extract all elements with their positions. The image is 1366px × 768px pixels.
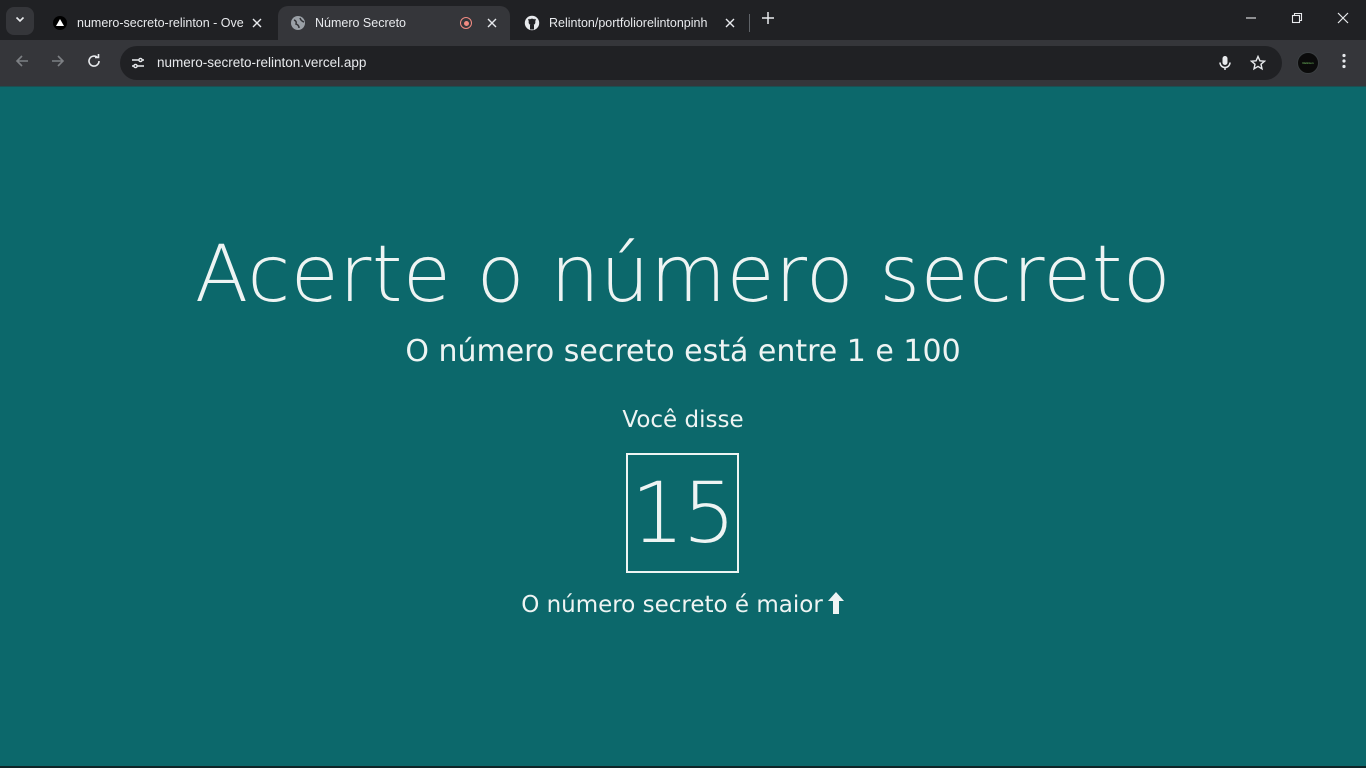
close-icon[interactable] — [249, 15, 265, 31]
restore-button[interactable] — [1274, 0, 1320, 40]
back-button[interactable] — [8, 49, 36, 77]
close-icon — [1337, 11, 1349, 29]
arrow-up-icon — [827, 590, 845, 626]
arrow-right-icon — [50, 53, 66, 74]
site-info-icon[interactable] — [126, 51, 150, 75]
tab-search-button[interactable] — [6, 7, 34, 35]
restore-icon — [1291, 11, 1303, 29]
kebab-menu-icon — [1342, 53, 1346, 74]
minimize-icon — [1245, 11, 1257, 29]
tab-github-portfolio[interactable]: Relinton/portfoliorelintonpinh — [512, 6, 748, 40]
url-text[interactable]: numero-secreto-relinton.vercel.app — [157, 55, 366, 70]
tab-title: numero-secreto-relinton - Ove — [77, 16, 244, 30]
forward-button[interactable] — [44, 49, 72, 77]
microphone-icon[interactable] — [1214, 52, 1236, 74]
tab-vercel-overview[interactable]: numero-secreto-relinton - Ove — [40, 6, 275, 40]
tab-title: Relinton/portfoliorelintonpinh — [549, 16, 708, 30]
plus-icon — [761, 11, 775, 30]
address-bar[interactable]: numero-secreto-relinton.vercel.app — [120, 46, 1282, 80]
guess-display: 15 — [626, 453, 739, 573]
bookmark-star-icon[interactable] — [1247, 52, 1269, 74]
page-title: Acerte o número secreto — [194, 230, 1172, 320]
recording-icon — [460, 17, 472, 29]
profile-avatar[interactable]: Relinton — [1297, 52, 1319, 74]
hint-text: O número secreto é maior — [521, 592, 823, 618]
tab-divider — [749, 14, 750, 32]
github-icon — [524, 15, 540, 31]
browser-toolbar: numero-secreto-relinton.vercel.app Relin… — [0, 40, 1366, 86]
hint-message: O número secreto é maior — [0, 587, 1366, 626]
globe-icon — [290, 15, 306, 31]
tab-strip: numero-secreto-relinton - Ove Número Sec… — [0, 0, 1366, 40]
guess-value: 15 — [631, 464, 736, 562]
close-icon[interactable] — [484, 15, 500, 31]
reload-button[interactable] — [80, 49, 108, 77]
browser-menu-button[interactable] — [1332, 49, 1356, 77]
chevron-down-icon — [14, 12, 26, 30]
close-window-button[interactable] — [1320, 0, 1366, 40]
arrow-left-icon — [14, 53, 30, 74]
vercel-triangle-icon — [52, 15, 68, 31]
new-tab-button[interactable] — [756, 8, 780, 32]
minimize-button[interactable] — [1228, 0, 1274, 40]
reload-icon — [86, 53, 102, 74]
tab-title: Número Secreto — [315, 16, 407, 30]
guess-label: Você disse — [622, 407, 744, 433]
close-icon[interactable] — [722, 15, 738, 31]
tab-numero-secreto[interactable]: Número Secreto — [278, 6, 510, 40]
page-content: Acerte o número secreto O número secreto… — [0, 86, 1366, 766]
range-instructions: O número secreto está entre 1 e 100 — [405, 334, 961, 369]
